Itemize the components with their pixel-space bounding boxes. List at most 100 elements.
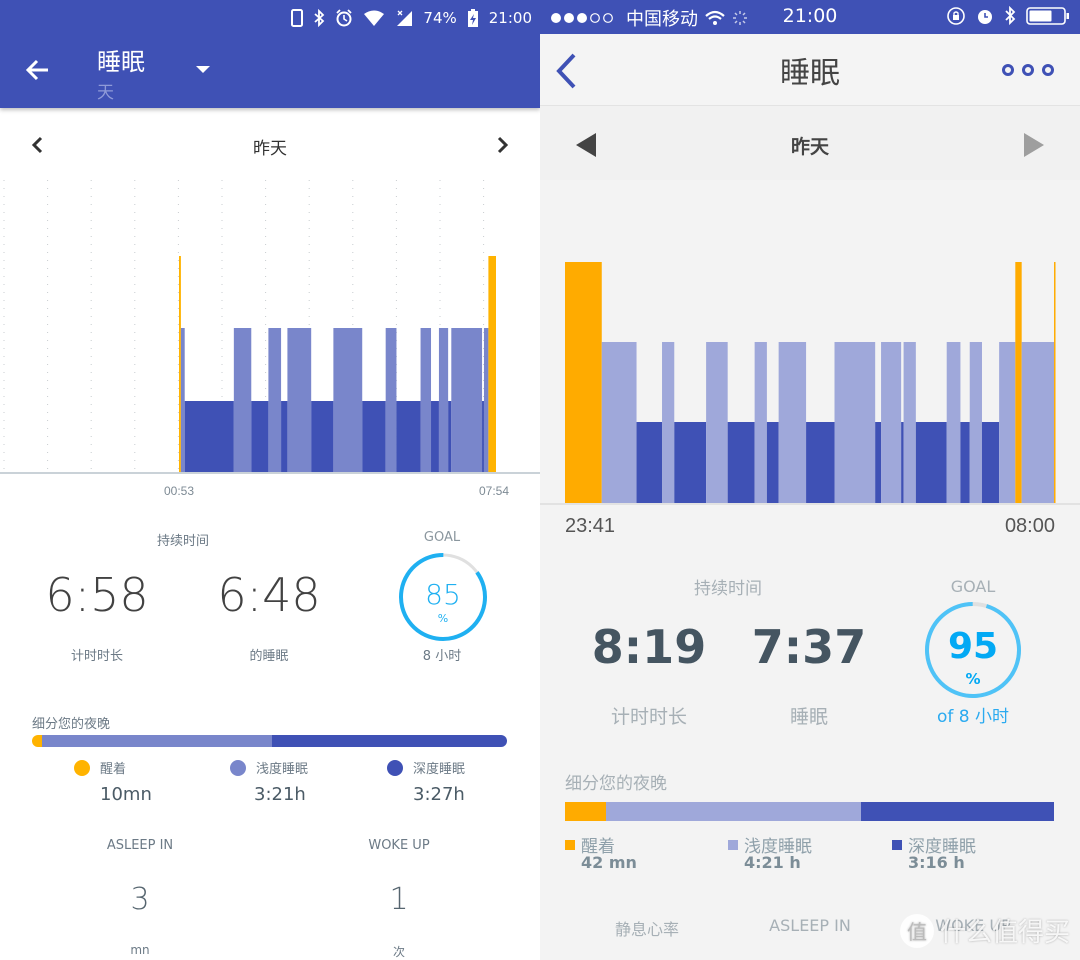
x-axis-start-label: 23:41 [565, 515, 615, 537]
awake-value: 42 mn [581, 853, 637, 872]
sleep-segment-deep [311, 401, 334, 472]
sleep-segment-deep [766, 422, 779, 503]
sleep-segment-awake [1054, 262, 1056, 503]
sleep-segment-light [287, 328, 312, 472]
sleep-segment-awake [179, 256, 181, 472]
sleep-segment-light [662, 342, 675, 503]
asleep-in-value: 3 [130, 882, 150, 917]
sleep-segment-deep [915, 422, 947, 503]
battery-icon [1026, 7, 1069, 25]
sleep-segment-awake [1015, 262, 1022, 503]
goal-percent-value: 95 [947, 626, 999, 667]
more-options-button[interactable] [1002, 64, 1054, 76]
time-in-bed-label: 计时时长 [610, 706, 687, 728]
sleep-segment-light [420, 328, 432, 472]
battery-percent: 74% [423, 9, 457, 27]
duration-title: 持续时间 [694, 579, 762, 599]
alarm-icon [978, 10, 992, 24]
time-in-bed-value: 6:58 [45, 568, 149, 622]
sleep-segment-light [903, 342, 916, 503]
goal-target-label: of 8 小时 [936, 707, 1009, 727]
x-axis-end-label: 08:00 [1005, 515, 1055, 537]
asleep-in-title: ASLEEP IN [769, 916, 851, 935]
sleep-segment-awake [565, 262, 602, 503]
battery-charging-icon [467, 9, 478, 27]
next-day-icon[interactable] [1024, 133, 1044, 157]
duration-title: 持续时间 [156, 534, 209, 549]
sleep-segment-deep [482, 401, 484, 472]
sleep-segment-light [881, 342, 902, 503]
woke-up-value: 1 [389, 882, 409, 917]
asleep-value: 6:48 [217, 568, 321, 622]
sleep-segment-light [180, 328, 185, 472]
awake-dot-icon [74, 759, 90, 776]
status-bar: 74% 21:00 [291, 6, 532, 30]
goal-percent-sign: % [965, 670, 981, 688]
sleep-stage-chart-svg: 00:53 07:54 [0, 180, 540, 498]
sleep-segment-deep [727, 422, 755, 503]
android-app-panel: 74% 21:00 睡眠 天 昨天 00:53 07:54 持续时间 6:58 计… [0, 0, 540, 960]
x-axis-end-label: 07:54 [479, 484, 509, 498]
sleep-segment-light [999, 342, 1016, 503]
date-label: 昨天 [790, 136, 829, 158]
watermark: 值 什么值得买 [899, 912, 1070, 949]
light-sleep-value: 3:21h [254, 784, 306, 805]
legend-awake: 醒着 [74, 758, 126, 777]
status-time: 21:00 [488, 9, 532, 27]
sleep-stage-chart: 23:41 08:00 [540, 240, 1080, 540]
next-day-icon[interactable] [492, 134, 512, 156]
page-title: 睡眠 [780, 56, 840, 91]
sleep-segment-light [1021, 342, 1055, 503]
deep-sleep-dot-icon [387, 759, 403, 776]
resting-heart-rate-title: 静息心率 [614, 920, 679, 939]
goal-title: GOAL [423, 530, 461, 545]
sleep-segment-light [451, 328, 483, 472]
signal-icon [397, 10, 413, 26]
light-sleep-value: 4:21 h [744, 853, 801, 872]
date-navigator: 昨天 [540, 106, 1080, 180]
bluetooth-icon [314, 9, 325, 27]
bluetooth-icon [1005, 6, 1016, 26]
goal-target-label: 8 小时 [422, 649, 462, 664]
time-in-bed-label: 计时时长 [70, 649, 123, 664]
date-navigator: 昨天 [0, 120, 540, 170]
deep-sleep-value: 3:16 h [908, 853, 965, 872]
sleep-segment-deep [396, 401, 421, 472]
legend-light-label: 浅度睡眠 [256, 762, 309, 777]
period-dropdown-icon[interactable] [196, 66, 210, 73]
sleep-segment-deep [960, 422, 970, 503]
breakdown-light-segment [41, 735, 272, 747]
app-bar: 74% 21:00 睡眠 天 [0, 0, 540, 108]
sleep-stage-chart-svg: 23:41 08:00 [540, 262, 1080, 537]
page-title: 睡眠 [97, 48, 145, 76]
status-icons [946, 6, 1070, 26]
breakdown-awake-segment [565, 802, 607, 821]
awake-square-icon [565, 839, 575, 850]
breakdown-title: 细分您的夜晚 [32, 717, 111, 732]
legend-awake-label: 醒着 [100, 762, 127, 777]
asleep-label: 睡眠 [789, 706, 828, 728]
light-sleep-dot-icon [230, 759, 246, 776]
legend-light: 浅度睡眠 [230, 758, 308, 777]
sleep-segment-deep [448, 401, 452, 472]
sleep-segment-deep [362, 401, 386, 472]
sleep-segment-deep [281, 401, 288, 472]
sleep-segment-light [601, 342, 637, 503]
sleep-segment-awake [488, 256, 496, 472]
breakdown-bar [565, 802, 1054, 821]
deep-sleep-value: 3:27h [413, 784, 465, 805]
asleep-label: 的睡眠 [249, 649, 289, 664]
wifi-icon [364, 10, 385, 26]
breakdown-awake-segment [32, 735, 42, 747]
woke-up-title: WOKE UP [368, 838, 430, 853]
sleep-segment-light [706, 342, 728, 503]
alarm-icon [336, 9, 353, 27]
back-arrow-icon[interactable] [24, 56, 52, 84]
more-dot-icon [1002, 64, 1014, 76]
more-dot-icon [1042, 64, 1054, 76]
sleep-segment-light [233, 328, 252, 472]
breakdown-light-segment [606, 802, 862, 821]
awake-value: 10mn [100, 784, 152, 805]
period-subtitle: 天 [97, 83, 114, 103]
goal-percent-value: 85 [425, 578, 461, 611]
